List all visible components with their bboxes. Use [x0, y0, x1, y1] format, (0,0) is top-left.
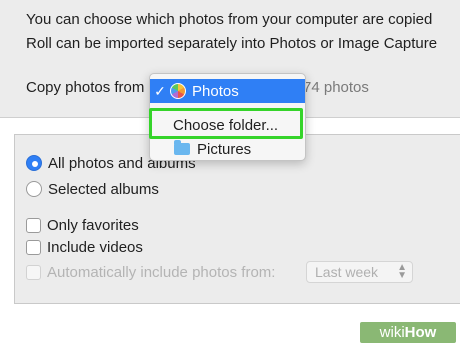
checkmark-icon: ✓ [154, 82, 166, 99]
checkbox[interactable] [26, 239, 41, 255]
select-value: Last week [315, 264, 379, 280]
photo-count: 74 photos [303, 79, 369, 96]
checkbox-include-videos[interactable]: Include videos [26, 237, 143, 257]
updown-chevron-icon: ▲ ▼ [397, 262, 407, 281]
radio-button[interactable] [26, 181, 42, 197]
description-line-1: You can choose which photos from your co… [26, 11, 433, 28]
radio-selected-albums[interactable]: Selected albums [26, 179, 159, 199]
checkbox-only-favorites[interactable]: Only favorites [26, 215, 139, 235]
checkbox-label: Automatically include photos from: [47, 263, 276, 281]
checkbox-auto-include: Automatically include photos from: [26, 262, 275, 282]
radio-label: Selected albums [48, 180, 159, 198]
menu-item-label: Photos [192, 82, 239, 100]
highlight-box [149, 108, 303, 139]
checkbox-label: Include videos [47, 238, 143, 256]
photos-app-icon [170, 83, 186, 99]
menu-item-pictures[interactable]: Pictures [150, 137, 305, 161]
checkbox[interactable] [26, 217, 41, 233]
wikihow-watermark: wiki How [360, 322, 456, 343]
menu-item-photos[interactable]: ✓ Photos [150, 79, 305, 103]
copy-photos-from-label: Copy photos from [26, 79, 145, 96]
folder-icon [174, 140, 190, 155]
checkbox-label: Only favorites [47, 216, 139, 234]
menu-item-label: Pictures [197, 140, 252, 158]
watermark-part-2: How [404, 324, 437, 341]
description-text: You can choose which photos from your co… [26, 8, 460, 56]
radio-button-checked[interactable] [26, 155, 42, 171]
description-line-2: Roll can be imported separately into Pho… [26, 35, 438, 52]
checkbox-disabled [26, 264, 41, 280]
auto-include-period-select: Last week ▲ ▼ [306, 261, 413, 283]
watermark-part-1: wiki [379, 324, 405, 341]
